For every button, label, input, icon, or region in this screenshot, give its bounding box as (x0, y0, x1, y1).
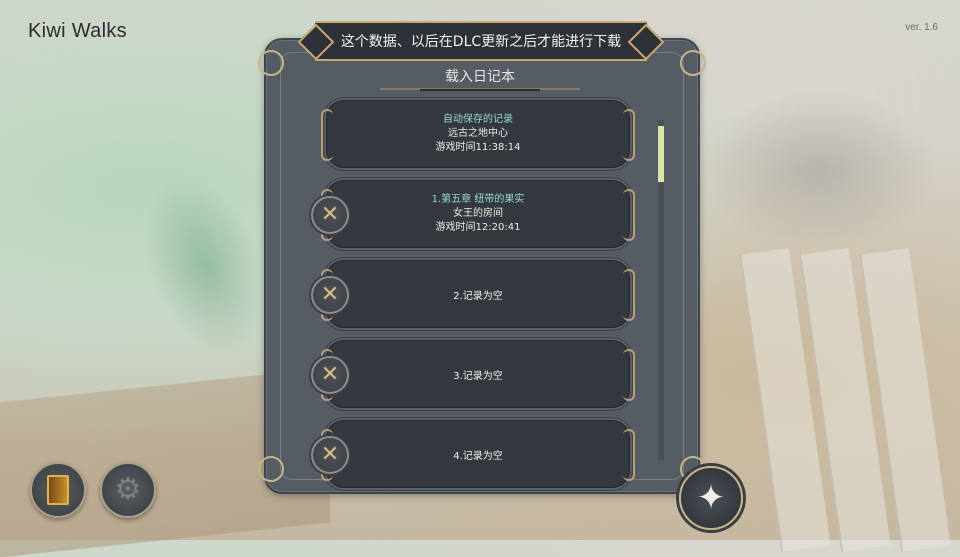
save-slot-2[interactable]: 2.记录为空 (321, 260, 635, 328)
notice-text: 这个数据、以后在DLC更新之后才能进行下载 (340, 34, 622, 50)
settings-button[interactable]: ⚙ (100, 462, 156, 518)
save-slot-4[interactable]: 4.记录为空 (321, 420, 635, 488)
gear-icon: ⚙ (114, 472, 142, 507)
book-icon (47, 475, 69, 505)
title-divider (380, 88, 580, 91)
background-fog (700, 90, 940, 250)
diary-button[interactable] (30, 462, 86, 518)
slot-playtime: 游戏时间11:38:14 (435, 142, 521, 153)
delete-slot-1-button[interactable]: ✕ (311, 196, 349, 234)
slot-empty-label: 2.记录为空 (453, 290, 503, 302)
delete-slot-4-button[interactable]: ✕ (311, 436, 349, 474)
close-icon: ✕ (320, 282, 340, 307)
delete-slot-3-button[interactable]: ✕ (311, 356, 349, 394)
slot-playtime: 游戏时间12:20:41 (435, 222, 521, 233)
confirm-button[interactable]: ✦ (679, 466, 743, 530)
game-logo: Kiwi Walks (28, 20, 127, 42)
notice-banner: 这个数据、以后在DLC更新之后才能进行下载 (315, 21, 647, 61)
slot-title: 自动保存的记录 (443, 114, 513, 125)
star-icon: ✦ (696, 478, 726, 518)
slot-location: 远古之地中心 (448, 128, 508, 139)
slot-title: 1.第五章 纽带的果实 (431, 194, 525, 205)
panel-title: 载入日记本 (445, 69, 515, 85)
version-label: ver. 1.6 (905, 22, 938, 33)
close-icon: ✕ (320, 442, 340, 467)
ornament (258, 456, 284, 482)
slot-empty-label: 4.记录为空 (453, 450, 503, 462)
save-slot-1[interactable]: 1.第五章 纽带的果实 女王的房间 游戏时间12:20:41 (321, 180, 635, 248)
slot-location: 女王的房间 (453, 208, 503, 219)
close-icon: ✕ (320, 362, 340, 387)
slot-empty-label: 3.记录为空 (453, 370, 503, 382)
save-slot-3[interactable]: 3.记录为空 (321, 340, 635, 408)
delete-slot-2-button[interactable]: ✕ (311, 276, 349, 314)
close-icon: ✕ (320, 202, 340, 227)
save-slot-autosave[interactable]: 自动保存的记录 远古之地中心 游戏时间11:38:14 (321, 100, 635, 168)
scrollbar-thumb[interactable] (658, 126, 664, 182)
